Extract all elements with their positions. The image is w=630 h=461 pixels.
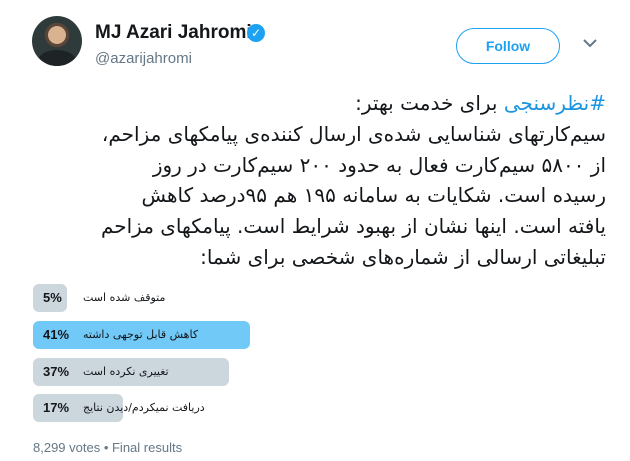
poll-percent: 5%: [43, 290, 62, 305]
hashtag-link[interactable]: #نظرسنجی: [504, 91, 606, 115]
poll-option-label: تغییری نکرده است: [83, 365, 169, 378]
chevron-down-icon[interactable]: [580, 34, 600, 54]
tweet-line-1-text: برای خدمت بهتر:: [355, 91, 504, 115]
tweet-line: از ۵۸۰۰ سیم‌کارت فعال به حدود ۲۰۰ سیم‌کا…: [152, 152, 606, 177]
poll-option-label: متوقف شده است: [83, 291, 166, 304]
poll-option: 37% تغییری نکرده است: [33, 358, 563, 386]
poll-option: 5% متوقف شده است: [33, 284, 563, 312]
tweet-line-1: #نظرسنجی برای خدمت بهتر:: [26, 88, 606, 119]
tweet-line: رسیده است. شکایات به سامانه ۱۹۵ هم ۹۵درص…: [141, 183, 606, 208]
author-handle[interactable]: @azarijahromi: [95, 50, 192, 67]
verified-badge-icon: ✓: [247, 24, 265, 42]
follow-button[interactable]: Follow: [456, 28, 560, 64]
tweet-header: MJ Azari Jahromi ✓ @azarijahromi Follow: [0, 0, 630, 80]
tweet-line: سیم‌کارتهای شناسایی شده‌ی ارسال کننده‌ی …: [101, 121, 606, 146]
author-name[interactable]: MJ Azari Jahromi: [95, 22, 252, 44]
poll-percent: 41%: [43, 327, 70, 342]
poll-option-label: دریافت نمیکردم/دیدن نتایج: [83, 401, 205, 414]
tweet-text: #نظرسنجی برای خدمت بهتر: سیم‌کارتهای شنا…: [26, 88, 606, 273]
poll-option: 17% دریافت نمیکردم/دیدن نتایج: [33, 394, 563, 422]
poll-percent: 37%: [43, 364, 70, 379]
avatar[interactable]: [32, 16, 82, 66]
poll-option-label: کاهش قابل توجهی داشته: [83, 328, 199, 341]
tweet-line: یافته است. اینها نشان از بهبود شرایط است…: [100, 214, 606, 239]
poll-percent: 17%: [43, 400, 70, 415]
tweet-line: تبلیغاتی ارسالی از شماره‌های شخصی برای ش…: [200, 244, 606, 269]
poll-option: 41% کاهش قابل توجهی داشته: [33, 321, 563, 349]
poll-footer: 8,299 votes • Final results: [33, 440, 183, 455]
